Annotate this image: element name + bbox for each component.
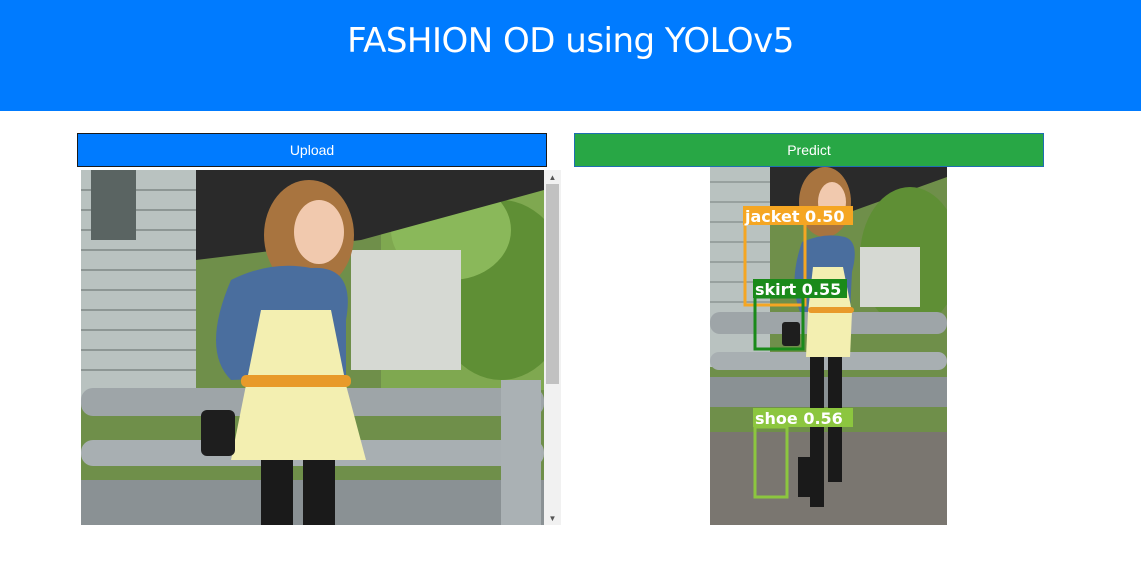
predict-button[interactable]: Predict [574,133,1044,167]
scroll-thumb[interactable] [546,184,559,384]
detection-jacket-label: jacket 0.50 [744,207,845,226]
detection-shoe-label: shoe 0.56 [755,409,843,428]
scroll-down-arrow-icon[interactable]: ▼ [544,511,561,525]
page-title: FASHION OD using YOLOv5 [347,21,794,61]
scroll-up-arrow-icon[interactable]: ▲ [544,170,561,184]
uploaded-image [81,170,544,525]
image-scrollbar[interactable]: ▲ ▼ [544,170,561,525]
prediction-image-frame: jacket 0.50 skirt 0.55 shoe 0.56 [710,167,947,525]
detection-skirt-label: skirt 0.55 [755,280,841,299]
prediction-image: jacket 0.50 skirt 0.55 shoe 0.56 [710,167,947,525]
uploaded-image-frame[interactable]: ▲ ▼ [81,170,561,525]
app-header: FASHION OD using YOLOv5 [0,0,1141,111]
upload-button[interactable]: Upload [77,133,547,167]
